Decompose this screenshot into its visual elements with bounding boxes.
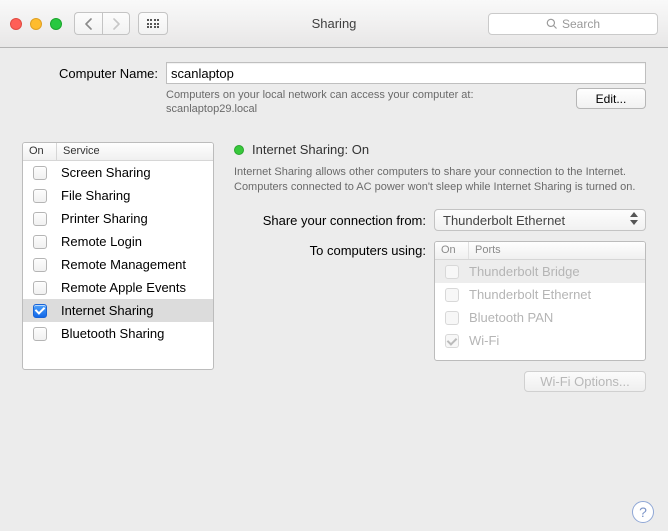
forward-button[interactable] [102,12,130,35]
port-label: Wi-Fi [469,333,499,348]
share-from-value: Thunderbolt Ethernet [443,213,565,228]
port-label: Bluetooth PAN [469,310,553,325]
service-label: Remote Management [57,257,186,272]
port-label: Thunderbolt Ethernet [469,287,591,302]
to-computers-label: To computers using: [234,241,426,258]
port-checkbox[interactable] [445,288,459,302]
close-window-button[interactable] [10,18,22,30]
computer-name-label: Computer Name: [22,66,158,81]
service-row[interactable]: Printer Sharing [23,207,213,230]
service-row[interactable]: Bluetooth Sharing [23,322,213,345]
window-title: Sharing [312,16,357,31]
status-title: Internet Sharing: On [252,142,369,157]
port-checkbox[interactable] [445,265,459,279]
service-checkbox[interactable] [33,212,47,226]
grid-icon [147,19,160,28]
service-row[interactable]: File Sharing [23,184,213,207]
service-label: Remote Login [57,234,142,249]
zoom-window-button[interactable] [50,18,62,30]
back-button[interactable] [74,12,102,35]
computer-name-input[interactable] [166,62,646,84]
service-checkbox[interactable] [33,258,47,272]
service-list: On Service Screen Sharing File Sharing Pri… [22,142,214,370]
service-checkbox[interactable] [33,281,47,295]
status-dot-icon [234,145,244,155]
service-checkbox[interactable] [33,304,47,318]
window-controls [10,18,62,30]
column-service: Service [57,143,100,160]
service-row[interactable]: Screen Sharing [23,161,213,184]
help-button[interactable]: ? [632,501,654,523]
share-from-select[interactable]: Thunderbolt Ethernet [434,209,646,231]
ports-column-ports: Ports [469,242,501,259]
edit-button[interactable]: Edit... [576,88,646,109]
search-placeholder: Search [562,17,600,31]
service-label: Remote Apple Events [57,280,186,295]
share-from-label: Share your connection from: [234,213,426,228]
service-list-header: On Service [23,143,213,161]
service-label: File Sharing [57,188,130,203]
ports-column-on: On [435,242,469,259]
port-row[interactable]: Thunderbolt Ethernet [435,283,645,306]
status-description: Internet Sharing allows other computers … [234,165,646,195]
service-checkbox[interactable] [33,327,47,341]
service-row[interactable]: Internet Sharing [23,299,213,322]
service-label: Printer Sharing [57,211,148,226]
service-checkbox[interactable] [33,166,47,180]
titlebar: Sharing Search [0,0,668,48]
service-row[interactable]: Remote Login [23,230,213,253]
wifi-options-button[interactable]: Wi-Fi Options... [524,371,646,392]
service-label: Screen Sharing [57,165,151,180]
computer-name-subtext: Computers on your local network can acce… [166,88,566,116]
service-row[interactable]: Remote Apple Events [23,276,213,299]
nav-buttons [74,12,130,35]
port-row[interactable]: Bluetooth PAN [435,306,645,329]
service-label: Bluetooth Sharing [57,326,164,341]
ports-list: On Ports Thunderbolt Bridge Thunderbolt E… [434,241,646,361]
minimize-window-button[interactable] [30,18,42,30]
search-icon [546,18,558,30]
port-row[interactable]: Wi-Fi [435,329,645,352]
detail-panel: Internet Sharing: On Internet Sharing al… [234,142,646,392]
search-field[interactable]: Search [488,13,658,35]
port-checkbox[interactable] [445,311,459,325]
service-row[interactable]: Remote Management [23,253,213,276]
port-row[interactable]: Thunderbolt Bridge [435,260,645,283]
show-all-button[interactable] [138,12,168,35]
port-label: Thunderbolt Bridge [469,264,580,279]
service-checkbox[interactable] [33,189,47,203]
service-label: Internet Sharing [57,303,154,318]
select-arrows-icon [627,212,641,225]
port-checkbox[interactable] [445,334,459,348]
column-on: On [23,143,57,160]
service-checkbox[interactable] [33,235,47,249]
